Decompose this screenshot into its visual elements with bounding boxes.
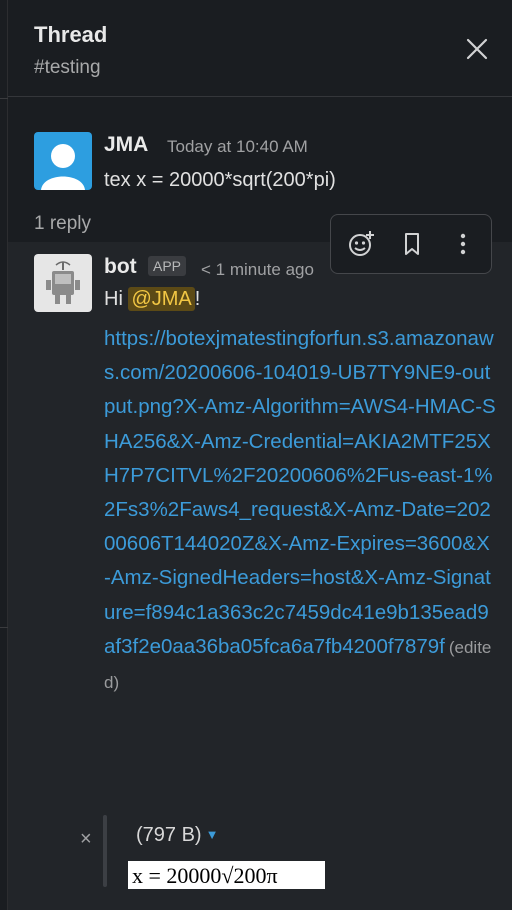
channel-name[interactable]: #testing — [34, 57, 101, 79]
rendered-formula: x = 20000√200π — [132, 863, 278, 888]
add-reaction-icon[interactable] — [345, 228, 377, 260]
attachment-border — [103, 815, 107, 887]
bot-avatar-icon[interactable] — [34, 254, 92, 312]
message-text: tex x = 20000*sqrt(200*pi) — [104, 169, 336, 191]
greeting-text: Hi — [104, 288, 129, 310]
close-icon[interactable] — [464, 36, 490, 62]
reply-greeting: Hi @JMA! — [104, 287, 201, 311]
reply-timestamp[interactable]: < 1 minute ago — [201, 260, 314, 280]
user-avatar-icon[interactable] — [34, 132, 92, 190]
reply-author[interactable]: bot — [104, 255, 137, 279]
message-actions-toolbar — [330, 214, 492, 274]
more-actions-icon[interactable] — [447, 228, 479, 260]
message-author[interactable]: JMA — [104, 133, 148, 157]
output-link[interactable]: https://botexjmatestingforfun.s3.amazona… — [104, 327, 496, 658]
reply-author-name[interactable]: bot — [104, 255, 137, 278]
message-timestamp[interactable]: Today at 10:40 AM — [167, 137, 308, 157]
app-badge: APP — [148, 256, 187, 276]
parent-message: JMA Today at 10:40 AM tex x = 20000*sqrt… — [8, 96, 512, 216]
attachment-size-text: (797 B) — [136, 824, 202, 846]
reply-body: https://botexjmatestingforfun.s3.amazona… — [104, 322, 496, 700]
thread-header: Thread #testing — [8, 0, 512, 97]
left-panel-edge — [0, 0, 8, 910]
thread-title: Thread — [34, 22, 108, 47]
reply-count: 1 reply — [34, 213, 92, 234]
divider — [0, 98, 8, 99]
attachment-size: (797 B) ▼ — [136, 824, 218, 847]
bookmark-icon[interactable] — [396, 228, 428, 260]
greeting-end: ! — [194, 288, 201, 310]
user-mention[interactable]: @JMA — [128, 287, 195, 311]
divider — [0, 627, 8, 628]
attachment-image[interactable]: x = 20000√200π — [128, 861, 325, 889]
remove-attachment-button[interactable]: × — [80, 828, 92, 851]
caret-down-icon[interactable]: ▼ — [206, 827, 219, 842]
